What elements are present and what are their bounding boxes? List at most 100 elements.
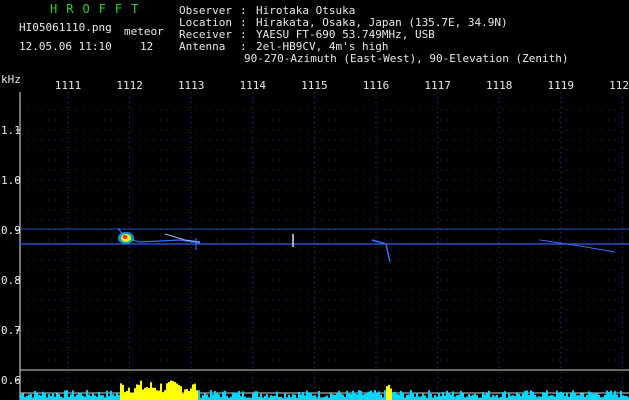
- level-bar: [128, 387, 130, 400]
- level-bar: [558, 393, 560, 400]
- level-bar: [380, 394, 382, 400]
- level-bar: [624, 396, 626, 400]
- level-bar: [164, 390, 166, 400]
- level-bar: [354, 392, 356, 400]
- level-bar: [58, 394, 60, 400]
- level-bar: [364, 394, 366, 400]
- level-bar: [548, 395, 550, 400]
- echo-hotspot: [122, 235, 128, 239]
- x-tick-label: 1114: [240, 79, 267, 92]
- level-bar: [36, 393, 38, 400]
- level-bar: [192, 384, 194, 400]
- level-bar: [80, 392, 82, 400]
- level-bar: [374, 390, 376, 400]
- level-bar: [394, 391, 396, 400]
- level-bar: [22, 393, 24, 400]
- level-bar: [616, 394, 618, 400]
- level-bar: [86, 390, 88, 400]
- level-bar: [202, 395, 204, 400]
- level-bar: [154, 387, 156, 400]
- level-bar: [182, 393, 184, 400]
- level-bar: [78, 393, 80, 400]
- level-bar: [508, 393, 510, 400]
- level-bar: [422, 393, 424, 400]
- level-bar: [152, 387, 154, 400]
- level-bar: [306, 390, 308, 400]
- level-bar: [126, 390, 128, 400]
- level-bar: [326, 395, 328, 400]
- level-bar: [570, 392, 572, 400]
- level-bar: [544, 393, 546, 400]
- meteor-trace: [371, 239, 391, 263]
- level-bar: [406, 395, 408, 400]
- level-bar: [458, 394, 460, 400]
- level-bar: [180, 386, 182, 400]
- level-bar: [594, 393, 596, 400]
- level-bar: [522, 392, 524, 400]
- level-bar: [242, 391, 244, 400]
- level-bar: [276, 391, 278, 400]
- level-bar: [64, 390, 66, 400]
- level-bar: [122, 384, 124, 400]
- level-bar: [620, 390, 622, 400]
- level-bar: [436, 396, 438, 400]
- level-bar: [314, 395, 316, 400]
- level-bar: [188, 390, 190, 400]
- antenna-value-line2: 90-270-Azimuth (East-West), 90-Elevation…: [244, 52, 569, 65]
- level-bar: [176, 383, 178, 400]
- level-bar: [342, 394, 344, 400]
- level-bar: [622, 395, 624, 400]
- level-bar: [590, 392, 592, 400]
- level-bar: [168, 381, 170, 400]
- level-bar: [482, 392, 484, 400]
- level-bar: [454, 396, 456, 400]
- level-bar: [358, 390, 360, 400]
- level-bar: [582, 393, 584, 400]
- level-bar: [130, 392, 132, 400]
- level-bar: [576, 395, 578, 400]
- level-bar: [524, 390, 526, 400]
- level-bar: [338, 390, 340, 400]
- level-bar: [166, 383, 168, 400]
- level-bar: [178, 385, 180, 400]
- level-bar: [82, 395, 84, 400]
- level-bar: [604, 394, 606, 400]
- level-bar: [222, 391, 224, 400]
- level-bar: [390, 388, 392, 400]
- level-bar: [450, 394, 452, 400]
- level-bar: [610, 390, 612, 400]
- level-bar: [124, 392, 126, 400]
- meteor-label: meteor: [124, 25, 164, 38]
- level-bar: [252, 393, 254, 400]
- level-bar: [614, 391, 616, 400]
- level-bar: [232, 392, 234, 400]
- level-bar: [120, 383, 122, 400]
- filename: HI05061110.png: [19, 21, 112, 34]
- level-bar: [372, 393, 374, 400]
- level-bar: [236, 392, 238, 400]
- y-tick-label: 0.9: [1, 224, 21, 237]
- level-bar: [356, 394, 358, 400]
- y-unit-label: kHz: [1, 73, 21, 86]
- level-bar: [60, 396, 62, 400]
- level-bar: [444, 395, 446, 400]
- level-bar: [112, 394, 114, 400]
- level-bar: [552, 395, 554, 400]
- level-bar: [240, 396, 242, 400]
- level-bar: [384, 390, 386, 400]
- level-bar: [318, 390, 320, 400]
- level-bar: [612, 394, 614, 400]
- y-tick-label: 0.8: [1, 274, 21, 287]
- level-bar: [434, 394, 436, 400]
- level-bar: [484, 394, 486, 400]
- level-bar: [514, 396, 516, 400]
- level-bar: [352, 390, 354, 400]
- x-tick-label: 1115: [301, 79, 328, 92]
- level-bar: [184, 389, 186, 400]
- level-bar: [148, 387, 150, 400]
- level-bar: [494, 396, 496, 400]
- level-bar: [412, 392, 414, 400]
- level-bar: [186, 388, 188, 400]
- level-bar: [386, 386, 388, 400]
- level-bar: [110, 390, 112, 400]
